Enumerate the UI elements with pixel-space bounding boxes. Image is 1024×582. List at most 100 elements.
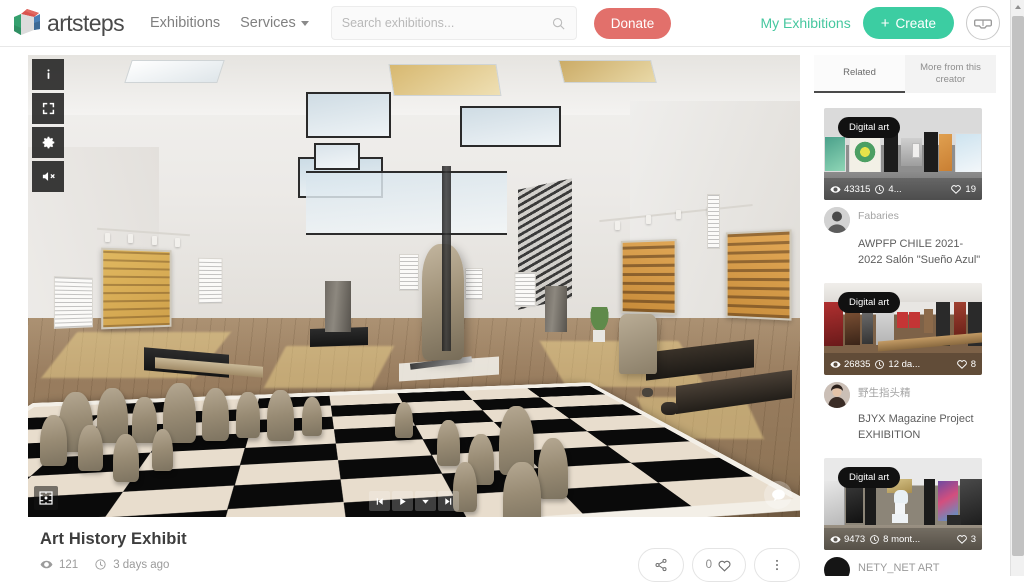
card-likes: 19 <box>950 183 976 195</box>
like-count: 0 <box>705 559 712 571</box>
avatar <box>824 382 850 409</box>
avatar <box>824 557 850 576</box>
card-time: 8 mont... <box>869 534 920 545</box>
card-view-count: 9473 <box>844 533 866 545</box>
card-title[interactable]: BJYX Magazine Project EXHIBITION <box>858 412 986 443</box>
card-thumbnail[interactable]: Digital art 43315 4... 19 <box>824 108 982 200</box>
page-scrollbar[interactable] <box>1010 0 1024 576</box>
gallery-scene <box>28 55 800 517</box>
share-button[interactable] <box>637 548 684 582</box>
avatar <box>824 207 850 233</box>
card-thumbnail[interactable]: Digital art 9473 8 mont... 3 <box>824 458 982 551</box>
card-views: 26835 <box>830 359 870 370</box>
exhibition-actions: 0 <box>637 548 800 582</box>
tour-dropdown-button[interactable] <box>415 491 436 511</box>
nav-services-label: Services <box>240 15 296 31</box>
heart-icon <box>956 360 967 370</box>
floorplan-button[interactable] <box>34 486 58 510</box>
list-item[interactable]: Digital art 26835 12 da... 8 野生指头精 BJYX … <box>814 283 996 443</box>
chat-button[interactable] <box>764 481 792 509</box>
skip-forward-icon <box>445 497 452 505</box>
status-badge: Digital art <box>838 117 901 138</box>
card-author-row: NETY_NET ART <box>824 557 986 576</box>
eye-icon <box>40 560 53 569</box>
create-button[interactable]: + Create <box>862 7 954 39</box>
card-likes: 3 <box>956 533 976 545</box>
card-time-label: 12 da... <box>888 358 921 370</box>
nav-exhibitions[interactable]: Exhibitions <box>150 15 220 31</box>
card-title[interactable]: AWPFP CHILE 2021-2022 Salón "Sueño Azul" <box>858 237 986 268</box>
sidebar-tabs: Related More from this creator <box>814 55 996 93</box>
clock-icon <box>875 359 885 369</box>
page-title: Art History Exhibit <box>40 530 187 548</box>
card-view-count: 43315 <box>844 183 871 195</box>
card-time: 4... <box>874 183 902 195</box>
search-input[interactable] <box>341 16 551 30</box>
settings-button[interactable] <box>32 127 64 158</box>
eye-icon <box>830 185 841 193</box>
card-time-label: 4... <box>888 183 902 195</box>
speaker-muted-icon <box>42 172 55 181</box>
fullscreen-icon <box>42 102 54 115</box>
time-ago: 3 days ago <box>113 558 170 571</box>
donate-button[interactable]: Donate <box>593 7 672 39</box>
next-button[interactable] <box>438 491 459 511</box>
info-button[interactable] <box>32 59 64 90</box>
card-thumbnail[interactable]: Digital art 26835 12 da... 8 <box>824 283 982 376</box>
fullscreen-button[interactable] <box>32 93 64 124</box>
list-item[interactable]: Digital art 9473 8 mont... 3 NETY_NET AR… <box>814 458 996 576</box>
tab-related[interactable]: Related <box>814 55 905 93</box>
eye-icon <box>830 536 841 543</box>
exhibition-info: Art History Exhibit 121 3 days ago 0 <box>40 530 800 582</box>
artsteps-logo-icon <box>10 6 44 40</box>
like-button[interactable]: 0 <box>691 548 746 582</box>
chevron-down-icon <box>422 499 429 504</box>
status-badge: Digital art <box>838 467 901 489</box>
exhibition-3d-viewer[interactable] <box>28 55 800 517</box>
card-author-name[interactable]: 野生指头精 <box>858 385 911 408</box>
scroll-up-icon[interactable] <box>1011 0 1024 14</box>
card-author-row: Fabaries <box>824 207 986 233</box>
scrollbar-thumb[interactable] <box>1012 16 1024 556</box>
vr-headset-icon <box>974 19 992 29</box>
view-count: 121 <box>59 558 79 571</box>
artsteps-logo[interactable]: artsteps <box>10 6 125 40</box>
card-stats: 9473 8 mont... 3 <box>824 528 982 551</box>
eye-icon <box>830 361 841 368</box>
skip-back-icon <box>376 497 383 505</box>
viewer-toolbar <box>32 59 64 192</box>
search-box[interactable] <box>330 6 577 40</box>
mute-button[interactable] <box>32 161 64 192</box>
card-title[interactable]: NETY_NET ART <box>858 562 940 576</box>
card-views: 43315 <box>830 184 870 195</box>
more-vertical-icon <box>776 559 778 571</box>
nav-services[interactable]: Services <box>240 15 309 31</box>
heart-icon <box>951 185 962 194</box>
play-button[interactable] <box>392 491 413 511</box>
heart-icon <box>956 535 967 545</box>
card-time-label: 8 mont... <box>883 533 921 545</box>
info-icon <box>46 69 50 79</box>
list-item[interactable]: Digital art 43315 4... 19 Fabaries AWPFP… <box>814 108 996 268</box>
card-views: 9473 <box>830 534 865 545</box>
card-author-name[interactable]: Fabaries <box>858 210 899 233</box>
create-button-label: Create <box>895 15 936 31</box>
tab-more-from-creator[interactable]: More from this creator <box>905 55 996 93</box>
heart-icon <box>718 560 731 572</box>
status-badge: Digital art <box>838 292 901 314</box>
card-likes: 8 <box>956 358 976 370</box>
header-right-group: My Exhibitions + Create <box>760 6 1000 40</box>
vr-headset-button[interactable] <box>966 6 1000 40</box>
chat-bubble-icon <box>771 488 785 501</box>
play-icon <box>400 497 406 505</box>
card-like-count: 19 <box>965 183 976 195</box>
related-sidebar: Related More from this creator Digital a… <box>814 55 996 576</box>
my-exhibitions-link[interactable]: My Exhibitions <box>760 15 850 31</box>
card-like-count: 8 <box>970 358 976 370</box>
more-options-button[interactable] <box>754 548 800 582</box>
card-author-row: 野生指头精 <box>824 382 986 409</box>
card-time: 12 da... <box>874 359 920 370</box>
card-view-count: 26835 <box>844 358 871 370</box>
previous-button[interactable] <box>369 491 390 511</box>
chevron-down-icon <box>300 20 309 26</box>
